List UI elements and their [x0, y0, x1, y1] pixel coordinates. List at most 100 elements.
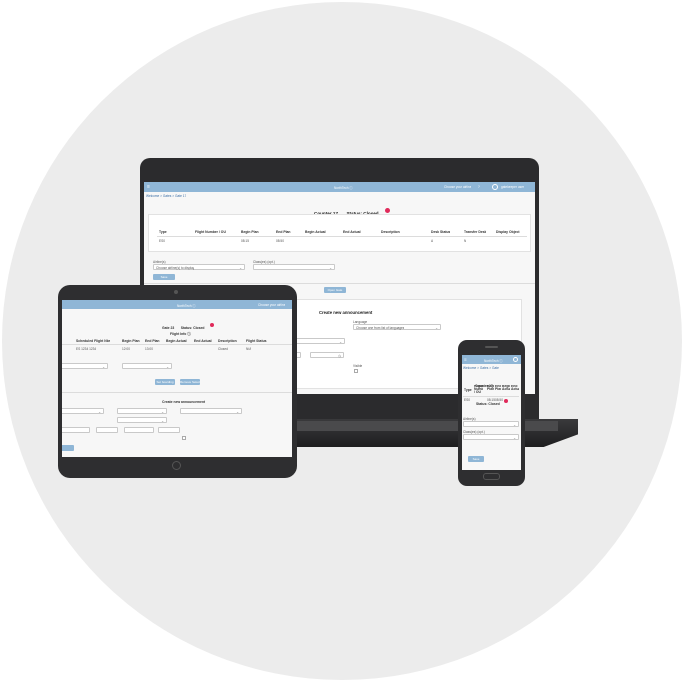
cell-end-plan: 08:50: [495, 398, 503, 402]
language-select[interactable]: Choose one from list of languages ⌄: [353, 324, 441, 330]
filter-select-left[interactable]: ⌄: [62, 363, 108, 369]
cell-type: ES0: [464, 398, 471, 402]
page-title: Gate 23: [162, 326, 175, 330]
col-type: Type: [464, 388, 472, 392]
sound-select[interactable]: ⌄: [117, 417, 167, 423]
visible-checkbox[interactable]: [182, 436, 186, 440]
app-title: NorthTech ⓘ: [334, 186, 353, 190]
filter-select-right[interactable]: ⌄: [122, 363, 172, 369]
avatar[interactable]: [492, 184, 498, 190]
text-select[interactable]: ⌄: [293, 338, 345, 344]
language-placeholder: Choose one from list of languages: [356, 326, 405, 330]
visible-checkbox[interactable]: [354, 369, 358, 373]
cell-begin-plan: 08:15: [241, 239, 249, 243]
class-select[interactable]: ⌄: [463, 434, 519, 440]
table-row[interactable]: ES0 08:15 08:50: [464, 398, 521, 403]
col-desk-status: Desk Status: [431, 230, 451, 234]
time-start[interactable]: [96, 427, 118, 433]
cell-begin-plan: 08:15: [487, 398, 495, 402]
cell-transfer: N: [464, 239, 467, 243]
chevron-down-icon: ⌄: [339, 339, 342, 344]
airline-link[interactable]: Choose your airline: [444, 185, 471, 189]
col-end-plan: End Plan: [145, 339, 160, 343]
airline-select[interactable]: ⌄: [463, 421, 519, 427]
remove-selected-button[interactable]: Remove Selected: [180, 379, 200, 385]
date-start[interactable]: [62, 427, 90, 433]
chevron-down-icon: ⌄: [329, 265, 332, 270]
open-gate-button[interactable]: Open Gate: [324, 287, 346, 293]
breadcrumb[interactable]: Welcome > Gates > Gate 17: [146, 194, 186, 198]
table-row[interactable]: ES 1234 1234 12:00 13:00 Closed N/A: [62, 347, 292, 352]
chevron-down-icon: ⌄: [513, 422, 516, 427]
tablet-camera: [174, 290, 178, 294]
tablet-screen: NorthTech ⓘ Choose your airline Gate 23 …: [62, 300, 292, 457]
table-header: Type Flight Number / OU Begin Plan End P…: [159, 230, 529, 235]
flights-table-card: Type Flight Number / OU Begin Plan End P…: [148, 214, 531, 252]
chevron-down-icon: ⌄: [513, 435, 516, 440]
time-end-field[interactable]: ◷: [310, 352, 344, 358]
announcement-title: Create new announcement: [162, 400, 206, 404]
cell-begin-plan: 12:00: [122, 347, 130, 351]
chevron-down-icon: ⌄: [161, 418, 164, 423]
tablet-home-button[interactable]: [172, 461, 181, 470]
table-row[interactable]: ES0 08:15 08:50 A N: [159, 239, 529, 244]
user-name[interactable]: gatekeeper user: [501, 185, 524, 189]
cell-flight-status: N/A: [246, 347, 252, 351]
col-end-plan: End Plan: [276, 230, 291, 234]
phone-screen: ≡ NorthTech ⓘ Welcome > Gates > Gate Cou…: [462, 355, 521, 470]
col-transfer: Transfer Desk: [464, 230, 487, 234]
cell-flight: ES 1234 1234: [76, 347, 97, 351]
chevron-down-icon: ⌄: [236, 409, 239, 414]
class-select[interactable]: ⌄: [253, 264, 335, 270]
announcement-title: Create new announcement: [319, 310, 373, 315]
breadcrumb[interactable]: Welcome > Gates > Gate: [463, 366, 499, 370]
col-begin-actual: Begin Actual: [305, 230, 326, 234]
cell-desk-status: A: [431, 239, 434, 243]
status-badge: [209, 322, 214, 327]
cell-end-plan: 13:00: [145, 347, 153, 351]
language-select[interactable]: ⌄: [180, 408, 242, 414]
col-end-actual: End Actual: [343, 230, 361, 234]
set-boarding-button[interactable]: Set boarding: [155, 379, 175, 385]
col-begin-actual: Begin Actual: [502, 385, 510, 392]
col-begin-actual: Begin Actual: [166, 339, 187, 343]
col-begin-plan: Begin Plan: [241, 230, 259, 234]
col-display: Display Object: [496, 230, 520, 234]
app-title: NorthTech ⓘ: [484, 359, 503, 363]
col-flight: Flight Number / OU: [195, 230, 226, 234]
airline-select[interactable]: Choose airline(s) to display ⌄: [153, 264, 245, 270]
table-header: Type Flight Number / OU Begin Plan End P…: [464, 385, 521, 394]
col-end-plan: End Plan: [495, 385, 501, 392]
help-icon[interactable]: ?: [478, 185, 480, 189]
type-select[interactable]: ⌄: [117, 408, 167, 414]
visible-label: Visible: [353, 364, 363, 368]
chevron-down-icon: ⌄: [239, 265, 242, 270]
chevron-down-icon: ⌄: [166, 364, 169, 369]
chevron-down-icon: ⌄: [98, 409, 101, 414]
col-description: Description: [381, 230, 400, 234]
menu-icon[interactable]: ≡: [147, 184, 150, 190]
avatar[interactable]: [513, 357, 518, 362]
save-button[interactable]: Save: [153, 274, 175, 280]
text-select[interactable]: ⌄: [62, 408, 104, 414]
phone-home-button[interactable]: [483, 473, 500, 480]
phone-speaker: [485, 346, 498, 348]
col-flight-status: Flight Status: [246, 339, 267, 343]
cell-end-plan: 08:50: [276, 239, 284, 243]
date-end[interactable]: [124, 427, 154, 433]
col-type: Type: [159, 230, 167, 234]
app-header: ≡ NorthTech ⓘ Choose your airline ? gate…: [144, 182, 535, 192]
save-button[interactable]: Save: [468, 456, 484, 462]
menu-icon[interactable]: ≡: [464, 357, 467, 362]
col-end-actual: End Actual: [194, 339, 212, 343]
create-button[interactable]: [62, 445, 74, 451]
time-end[interactable]: [158, 427, 180, 433]
chevron-down-icon: ⌄: [102, 364, 105, 369]
cell-type: ES0: [159, 239, 166, 243]
col-begin-plan: Begin Plan: [487, 385, 494, 392]
app-header: ≡ NorthTech ⓘ: [462, 355, 521, 364]
col-description: Description: [218, 339, 237, 343]
app-title: NorthTech ⓘ: [177, 303, 196, 308]
col-begin-plan: Begin Plan: [122, 339, 140, 343]
airline-link[interactable]: Choose your airline: [258, 303, 285, 307]
